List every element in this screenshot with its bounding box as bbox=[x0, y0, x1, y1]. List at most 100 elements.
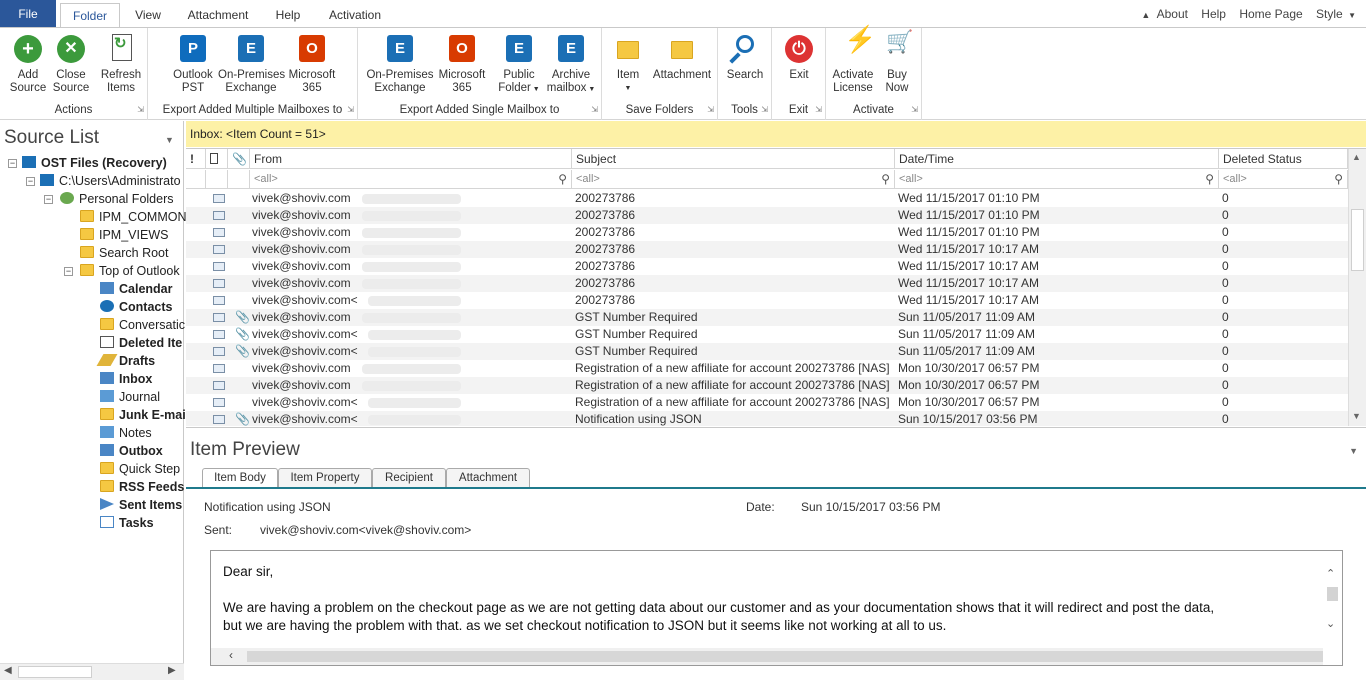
body-vscrollbar[interactable]: ⌃ ⌄ bbox=[1322, 551, 1342, 665]
tree-node-notes[interactable]: Notes bbox=[100, 424, 152, 442]
table-row[interactable]: 📎 vivek@shoviv.com GST Number Required Sun … bbox=[186, 309, 1348, 326]
dialog-launcher-icon[interactable]: ⇲ bbox=[137, 105, 144, 114]
dialog-launcher-icon[interactable]: ⇲ bbox=[911, 105, 918, 114]
home-page-link[interactable]: Home Page bbox=[1239, 7, 1302, 21]
about-link[interactable]: About bbox=[1157, 7, 1188, 21]
table-row[interactable]: vivek@shoviv.com< 200273786 Wed 11/15/2017… bbox=[186, 292, 1348, 309]
body-hscrollbar[interactable]: ‹ bbox=[211, 648, 1323, 665]
tree-node-ost-files[interactable]: OST Files (Recovery) bbox=[22, 154, 167, 172]
scroll-down-icon[interactable]: ▼ bbox=[1352, 411, 1361, 421]
dialog-launcher-icon[interactable]: ⇲ bbox=[761, 105, 768, 114]
search-icon[interactable]: ⚲ bbox=[1334, 170, 1343, 189]
close-source-button[interactable]: ✕ Close Source bbox=[52, 33, 90, 95]
scroll-thumb[interactable] bbox=[1351, 209, 1364, 271]
table-row[interactable]: vivek@shoviv.com 200273786 Wed 11/15/2017 … bbox=[186, 190, 1348, 207]
add-source-button[interactable]: + Add Source bbox=[8, 33, 48, 95]
tree-node-conversation[interactable]: Conversatic bbox=[100, 316, 185, 334]
subject-filter-input[interactable]: <all> ⚲ bbox=[572, 170, 895, 189]
tree-node-inbox[interactable]: Inbox bbox=[100, 370, 152, 388]
search-icon[interactable]: ⚲ bbox=[558, 170, 567, 189]
tab-item-property[interactable]: Item Property bbox=[278, 468, 372, 487]
table-row[interactable]: vivek@shoviv.com Registration of a new af… bbox=[186, 360, 1348, 377]
doc-column-header[interactable] bbox=[206, 149, 228, 169]
subject-column-header[interactable]: Subject bbox=[572, 149, 895, 169]
deleted-status-filter-input[interactable]: <all> ⚲ bbox=[1219, 170, 1348, 189]
tree-node-quick-step[interactable]: Quick Step bbox=[100, 460, 180, 478]
archive-mailbox-button[interactable]: E Archive mailbox ▼ bbox=[546, 33, 596, 96]
tree-node-calendar[interactable]: Calendar bbox=[100, 280, 173, 298]
scroll-thumb[interactable] bbox=[18, 666, 92, 678]
message-body-box[interactable]: Dear sir, We are having a problem on the… bbox=[210, 550, 1343, 666]
tab-activation[interactable]: Activation bbox=[322, 3, 388, 28]
exit-button[interactable]: ⏻ Exit bbox=[780, 33, 818, 82]
from-filter-input[interactable]: <all> ⚲ bbox=[250, 170, 572, 189]
collapse-toggle[interactable]: − bbox=[64, 267, 73, 276]
attachment-column-header[interactable]: 📎 bbox=[228, 149, 250, 169]
datetime-column-header[interactable]: Date/Time bbox=[895, 149, 1219, 169]
dialog-launcher-icon[interactable]: ⇲ bbox=[591, 105, 598, 114]
tree-node-ipm-views[interactable]: IPM_VIEWS bbox=[80, 226, 168, 244]
scroll-left-icon[interactable]: ‹ bbox=[229, 648, 233, 662]
public-folder-button[interactable]: E Public Folder ▼ bbox=[496, 33, 542, 96]
microsoft-365-single-button[interactable]: O Microsoft 365 bbox=[436, 33, 488, 95]
tab-recipient[interactable]: Recipient bbox=[372, 468, 446, 487]
tree-node-personal-folders[interactable]: Personal Folders bbox=[60, 190, 174, 208]
search-icon[interactable]: ⚲ bbox=[1205, 170, 1214, 189]
onprem-exchange-multi-button[interactable]: E On-Premises Exchange bbox=[218, 33, 285, 95]
table-row[interactable]: vivek@shoviv.com 200273786 Wed 11/15/2017 … bbox=[186, 241, 1348, 258]
tree-node-sent-items[interactable]: Sent Items bbox=[100, 496, 182, 514]
table-row[interactable]: 📎 vivek@shoviv.com< Notification using JSO… bbox=[186, 411, 1348, 426]
tree-node-journal[interactable]: Journal bbox=[100, 388, 160, 406]
table-row[interactable]: vivek@shoviv.com 200273786 Wed 11/15/2017 … bbox=[186, 207, 1348, 224]
collapse-toggle[interactable]: − bbox=[44, 195, 53, 204]
tab-item-body[interactable]: Item Body bbox=[202, 468, 278, 488]
scroll-left-icon[interactable]: ◀ bbox=[4, 665, 12, 676]
dialog-launcher-icon[interactable]: ⇲ bbox=[815, 105, 822, 114]
refresh-items-button[interactable]: ↻ Refresh Items bbox=[100, 33, 142, 95]
table-row[interactable]: 📎 vivek@shoviv.com< GST Number Required Sun… bbox=[186, 343, 1348, 360]
tab-help[interactable]: Help bbox=[266, 3, 310, 28]
table-row[interactable]: vivek@shoviv.com 200273786 Wed 11/15/2017 … bbox=[186, 258, 1348, 275]
importance-column-header[interactable]: ! bbox=[186, 149, 206, 169]
item-save-button[interactable]: Item ▼ bbox=[610, 33, 646, 95]
datetime-filter-input[interactable]: <all> ⚲ bbox=[895, 170, 1219, 189]
table-row[interactable]: vivek@shoviv.com 200273786 Wed 11/15/2017 … bbox=[186, 224, 1348, 241]
dialog-launcher-icon[interactable]: ⇲ bbox=[347, 105, 354, 114]
outlook-pst-button[interactable]: P Outlook PST bbox=[170, 33, 216, 95]
dialog-launcher-icon[interactable]: ⇲ bbox=[707, 105, 714, 114]
table-row[interactable]: vivek@shoviv.com 200273786 Wed 11/15/2017 … bbox=[186, 275, 1348, 292]
deleted-status-column-header[interactable]: Deleted Status bbox=[1219, 149, 1348, 169]
onprem-exchange-single-button[interactable]: E On-Premises Exchange bbox=[366, 33, 434, 95]
tree-node-tasks[interactable]: Tasks bbox=[100, 514, 154, 532]
activate-license-button[interactable]: ⚡ Activate License bbox=[830, 26, 877, 95]
tree-node-top-of-outlook[interactable]: Top of Outlook bbox=[80, 262, 180, 280]
tree-node-contacts[interactable]: Contacts bbox=[100, 298, 172, 316]
tab-attachment[interactable]: Attachment bbox=[180, 3, 256, 28]
collapse-toggle[interactable]: − bbox=[8, 159, 17, 168]
search-button[interactable]: Search bbox=[724, 33, 766, 82]
scroll-up-icon[interactable]: ⌃ bbox=[1326, 567, 1335, 580]
tree-node-outbox[interactable]: Outbox bbox=[100, 442, 163, 460]
source-list-hscrollbar[interactable]: ◀ ▶ bbox=[0, 663, 184, 680]
table-row[interactable]: vivek@shoviv.com Registration of a new af… bbox=[186, 377, 1348, 394]
attachment-save-button[interactable]: Attachment bbox=[650, 33, 714, 82]
tree-node-rss-feeds[interactable]: RSS Feeds bbox=[100, 478, 184, 496]
from-column-header[interactable]: From bbox=[250, 149, 572, 169]
tab-folder[interactable]: Folder bbox=[60, 3, 120, 28]
tree-node-user-path[interactable]: C:\Users\Administrato bbox=[40, 172, 181, 190]
tree-node-drafts[interactable]: Drafts bbox=[96, 352, 155, 370]
tree-node-search-root[interactable]: Search Root bbox=[80, 244, 168, 262]
style-dropdown-icon[interactable]: ▼ bbox=[1348, 11, 1356, 20]
tree-node-ipm-common[interactable]: IPM_COMMON bbox=[80, 208, 187, 226]
grid-vscrollbar[interactable]: ▲ ▼ bbox=[1348, 149, 1366, 426]
scroll-right-icon[interactable]: ▶ bbox=[168, 665, 176, 676]
buy-now-button[interactable]: 🛒 Buy Now bbox=[878, 31, 916, 95]
tab-view[interactable]: View bbox=[124, 3, 172, 28]
microsoft-365-multi-button[interactable]: O Microsoft 365 bbox=[286, 33, 338, 95]
scroll-down-icon[interactable]: ⌄ bbox=[1326, 617, 1335, 630]
style-menu[interactable]: Style bbox=[1316, 7, 1343, 21]
scroll-thumb[interactable] bbox=[247, 651, 1323, 662]
tab-file[interactable]: File bbox=[0, 0, 56, 28]
scroll-up-icon[interactable]: ▲ bbox=[1352, 152, 1361, 162]
collapse-ribbon-icon[interactable]: ▲ bbox=[1141, 10, 1150, 20]
